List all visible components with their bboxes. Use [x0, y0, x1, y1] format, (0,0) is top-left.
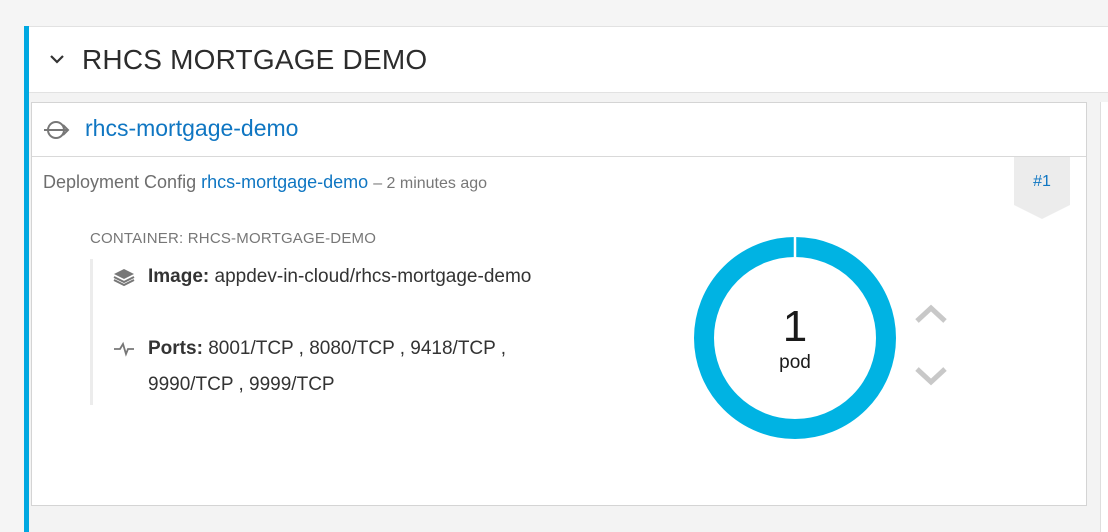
- deployment-time: – 2 minutes ago: [373, 175, 488, 192]
- deployment-config-link[interactable]: rhcs-mortgage-demo: [201, 172, 368, 192]
- service-header: rhcs-mortgage-demo: [32, 103, 1086, 157]
- pulse-icon: [113, 331, 135, 380]
- service-icon: [43, 119, 73, 146]
- app-panel: RHCS MORTGAGE DEMO rhcs-mortgage-demo De…: [24, 26, 1108, 532]
- image-key: Image:: [148, 266, 210, 287]
- service-card: rhcs-mortgage-demo Deployment Config rhc…: [31, 102, 1087, 506]
- pod-label: pod: [779, 352, 811, 373]
- app-title: RHCS MORTGAGE DEMO: [82, 44, 428, 75]
- scale-down-icon[interactable]: [914, 365, 948, 392]
- container-details: Image: appdev-in-cloud/rhcs-mortgage-dem…: [90, 259, 533, 405]
- deployment-prefix: Deployment Config: [43, 172, 197, 192]
- container-label: CONTAINER: RHCS-MORTGAGE-DEMO: [90, 230, 377, 247]
- image-value: appdev-in-cloud/rhcs-mortgage-demo: [214, 266, 532, 287]
- deployment-version-badge[interactable]: #1: [1014, 157, 1070, 219]
- layers-icon: [113, 259, 135, 308]
- chevron-down-icon[interactable]: [49, 52, 65, 70]
- adjacent-card-edge: [1100, 102, 1108, 532]
- scale-up-icon[interactable]: [914, 303, 948, 330]
- ports-key: Ports:: [148, 338, 203, 359]
- pod-count: 1: [782, 302, 808, 351]
- deployment-version-label[interactable]: #1: [1014, 173, 1070, 191]
- app-header: RHCS MORTGAGE DEMO: [29, 26, 1108, 93]
- deployment-line: Deployment Config rhcs-mortgage-demo – 2…: [43, 172, 487, 193]
- service-name-link[interactable]: rhcs-mortgage-demo: [85, 115, 298, 142]
